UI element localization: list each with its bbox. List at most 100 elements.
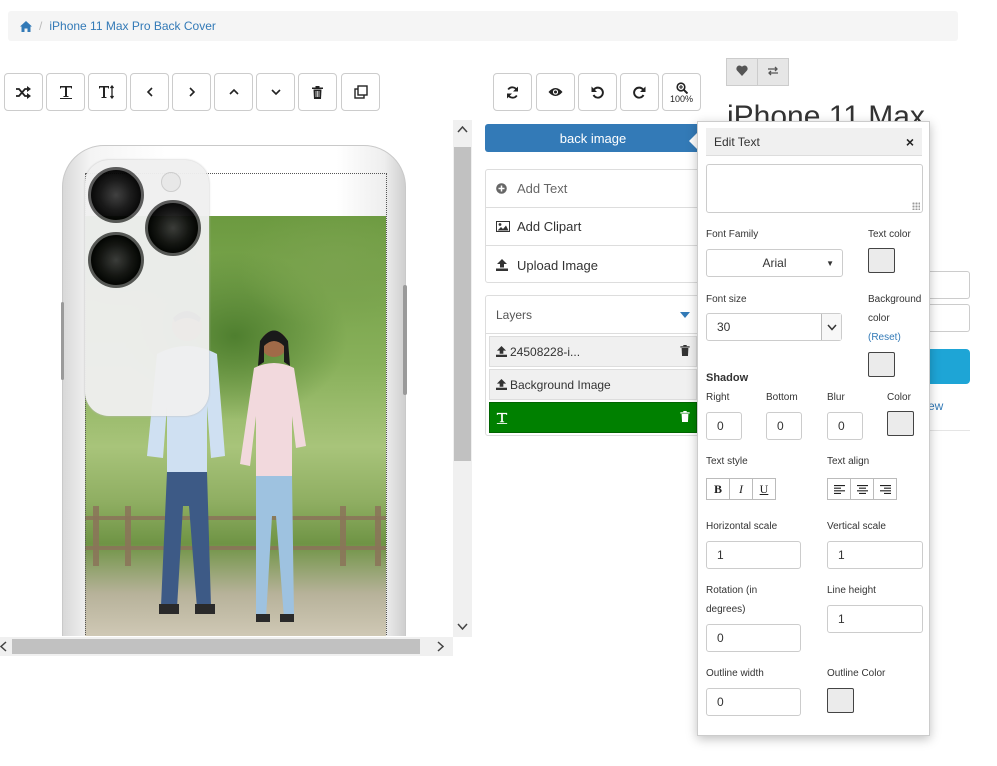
horizontal-scroll-thumb[interactable]: [12, 639, 420, 654]
text-align-label: Text align: [827, 456, 870, 467]
breadcrumb: / iPhone 11 Max Pro Back Cover: [8, 11, 958, 41]
eye-icon: [548, 87, 563, 97]
trash-icon: [312, 85, 323, 99]
refresh-button[interactable]: [493, 73, 532, 111]
exchange-icon: [767, 65, 779, 79]
preview-button[interactable]: [536, 73, 575, 111]
text-style-group: B I U: [706, 478, 776, 500]
phone-side-button: [61, 302, 64, 380]
chevron-up-icon: [228, 88, 239, 96]
shadow-heading: Shadow: [706, 372, 749, 384]
add-text-label: Add Text: [517, 181, 568, 196]
heart-icon: [736, 65, 748, 79]
font-family-value: Arial: [762, 256, 787, 270]
add-elements-list: Add Text Add Clipart Upload Image: [485, 169, 701, 283]
close-icon[interactable]: ×: [906, 134, 914, 150]
add-text-item[interactable]: Add Text: [486, 170, 700, 208]
upload-image-item[interactable]: Upload Image: [486, 246, 700, 284]
phone-side-button: [403, 285, 407, 395]
font-size-select[interactable]: 30: [706, 313, 842, 341]
shuffle-button[interactable]: [4, 73, 43, 111]
outline-width-label: Outline width: [706, 668, 764, 679]
edit-text-title: Edit Text: [714, 134, 760, 149]
chevron-down-icon[interactable]: [821, 314, 841, 340]
shadow-blur-input[interactable]: 0: [827, 412, 863, 440]
layer-item[interactable]: 24508228-i...: [489, 336, 697, 367]
scroll-down-icon[interactable]: [457, 620, 468, 634]
undo-button[interactable]: [578, 73, 617, 111]
reset-background-link[interactable]: (Reset): [868, 329, 901, 347]
zoom-label: 100%: [669, 94, 694, 104]
scroll-right-icon[interactable]: [437, 641, 445, 655]
outline-color-label: Outline Color: [827, 668, 886, 679]
move-down-button[interactable]: [256, 73, 295, 111]
layers-title: Layers: [496, 307, 533, 322]
shadow-color-label: Color: [887, 392, 911, 403]
delete-button[interactable]: [298, 73, 337, 111]
shadow-bottom-label: Bottom: [766, 392, 798, 403]
text-icon: [496, 412, 508, 424]
text-align-group: [827, 478, 897, 500]
resize-grip-icon[interactable]: [912, 202, 920, 210]
rotation-input[interactable]: 0: [706, 624, 801, 652]
shadow-bottom-input[interactable]: 0: [766, 412, 802, 440]
add-text-button[interactable]: [46, 73, 85, 111]
italic-button[interactable]: I: [729, 478, 753, 500]
upload-icon: [496, 379, 507, 390]
product-link[interactable]: ew: [928, 399, 943, 413]
zoom-button[interactable]: 100%: [662, 73, 701, 111]
layer-item-active[interactable]: [489, 402, 697, 433]
align-left-button[interactable]: [827, 478, 851, 500]
trash-icon[interactable]: [680, 410, 690, 425]
scroll-left-icon[interactable]: [0, 641, 7, 655]
wishlist-button[interactable]: [726, 58, 758, 86]
underline-button[interactable]: U: [752, 478, 776, 500]
canvas-vertical-scrollbar[interactable]: [453, 120, 472, 637]
trash-icon[interactable]: [680, 344, 690, 359]
undo-icon: [591, 86, 604, 99]
caret-down-icon[interactable]: [680, 309, 690, 321]
breadcrumb-current[interactable]: iPhone 11 Max Pro Back Cover: [49, 19, 216, 33]
chevron-down-icon: [270, 88, 281, 96]
bold-button[interactable]: B: [706, 478, 730, 500]
background-color-swatch[interactable]: [868, 352, 895, 377]
layer-item[interactable]: Background Image: [489, 369, 697, 400]
vertical-scroll-thumb[interactable]: [454, 147, 471, 461]
outline-color-swatch[interactable]: [827, 688, 854, 713]
text-height-icon: [99, 85, 116, 99]
shadow-right-label: Right: [706, 392, 730, 403]
zoom-icon: [675, 82, 688, 94]
horizontal-scale-input[interactable]: 1: [706, 541, 801, 569]
compare-button[interactable]: [757, 58, 789, 86]
clone-button[interactable]: [341, 73, 380, 111]
move-right-button[interactable]: [172, 73, 211, 111]
home-icon[interactable]: [20, 20, 32, 32]
canvas-horizontal-scrollbar[interactable]: [0, 637, 453, 656]
align-left-icon: [833, 484, 845, 494]
back-image-button[interactable]: back image: [485, 124, 701, 152]
camera-lens: [145, 200, 201, 256]
font-family-select[interactable]: Arial ▼: [706, 249, 843, 277]
add-clipart-item[interactable]: Add Clipart: [486, 208, 700, 246]
edit-text-header: Edit Text ×: [706, 128, 922, 156]
scroll-up-icon[interactable]: [457, 122, 468, 136]
line-height-input[interactable]: 1: [827, 605, 923, 633]
text-content-input[interactable]: [706, 164, 923, 213]
move-up-button[interactable]: [214, 73, 253, 111]
redo-button[interactable]: [620, 73, 659, 111]
align-right-button[interactable]: [873, 478, 897, 500]
design-canvas[interactable]: [0, 120, 452, 636]
layers-header[interactable]: Layers: [486, 296, 700, 334]
chevron-right-icon: [188, 87, 196, 97]
shadow-right-input[interactable]: 0: [706, 412, 742, 440]
outline-width-input[interactable]: 0: [706, 688, 801, 716]
shadow-color-swatch[interactable]: [887, 411, 914, 436]
align-center-button[interactable]: [850, 478, 874, 500]
move-left-button[interactable]: [130, 73, 169, 111]
camera-lens: [88, 232, 144, 288]
text-color-swatch[interactable]: [868, 248, 895, 273]
camera-lens: [88, 167, 144, 223]
vertical-scale-input[interactable]: 1: [827, 541, 923, 569]
text-height-button[interactable]: [88, 73, 127, 111]
horizontal-scale-label: Horizontal scale: [706, 521, 778, 532]
